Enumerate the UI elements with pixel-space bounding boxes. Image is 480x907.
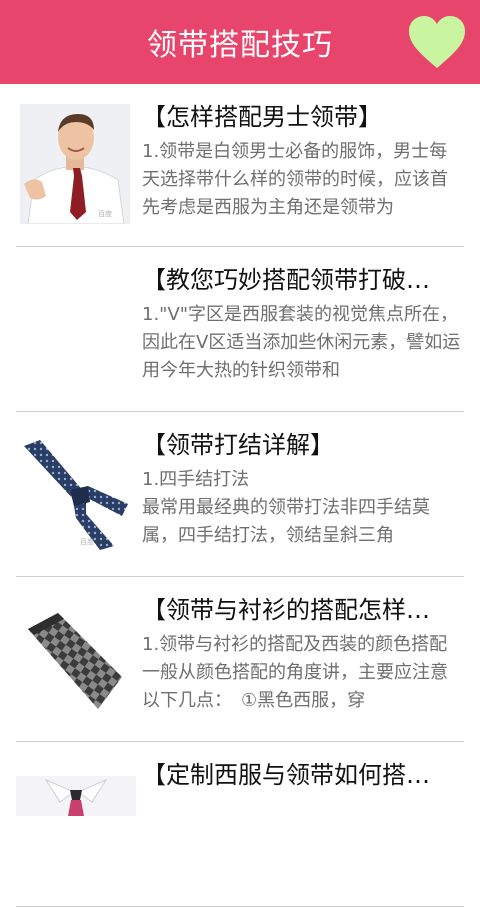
list-item[interactable]: 【教您巧妙搭配领带打破… 1."V"字区是西服套装的视觉焦点所在，因此在V区适当… [16, 247, 464, 412]
list-item[interactable]: 百度 【怎样搭配男士领带】 1.领带是白领男士必备的服饰，男士每天选择带什么样的… [16, 84, 464, 247]
article-thumbnail: 百度 [14, 434, 134, 552]
article-text: 【教您巧妙搭配领带打破… 1."V"字区是西服套装的视觉焦点所在，因此在V区适当… [142, 247, 464, 385]
article-text: 【领带与衬衫的搭配怎样… 1.领带与衬衫的搭配及西装的颜色搭配一般从颜色搭配的角… [142, 577, 464, 715]
list-item[interactable]: 百度 【领带打结详解】 1.四手结打法 最常用最经典的领带打法非四手结莫属，四手… [14, 412, 464, 577]
app-header: 领带搭配技巧 [0, 0, 480, 84]
svg-text:百度: 百度 [98, 209, 112, 218]
article-thumbnail [16, 776, 136, 816]
page-title: 领带搭配技巧 [147, 28, 333, 63]
svg-text:百度: 百度 [80, 537, 94, 546]
article-summary: 1.领带是白领男士必备的服饰，男士每天选择带什么样的领带的时候，应该首先考虑是西… [142, 141, 448, 218]
article-summary: 1.四手结打法 最常用最经典的领带打法非四手结莫属，四手结打法，领结呈斜三角 [142, 469, 430, 546]
article-summary: 1.领带与衬衫的搭配及西装的颜色搭配一般从颜色搭配的角度讲，主要应注意以下几点：… [142, 634, 448, 711]
article-text: 【怎样搭配男士领带】 1.领带是白领男士必备的服饰，男士每天选择带什么样的领带的… [142, 84, 464, 222]
article-thumbnail: 百度 [20, 104, 130, 224]
article-summary [142, 796, 464, 880]
article-summary: 1."V"字区是西服套装的视觉焦点所在，因此在V区适当添加些休闲元素，譬如运用今… [142, 304, 461, 381]
heart-icon[interactable] [408, 16, 466, 70]
article-list: 百度 【怎样搭配男士领带】 1.领带是白领男士必备的服饰，男士每天选择带什么样的… [0, 84, 480, 907]
article-title: 【领带与衬衫的搭配怎样… [142, 596, 430, 624]
article-text: 【领带打结详解】 1.四手结打法 最常用最经典的领带打法非四手结莫属，四手结打法… [142, 412, 464, 550]
article-title: 【教您巧妙搭配领带打破… [142, 266, 430, 294]
article-title: 【定制西服与领带如何搭… [142, 761, 430, 789]
list-item[interactable]: 【定制西服与领带如何搭… [16, 742, 464, 907]
article-title: 【怎样搭配男士领带】 [142, 103, 382, 131]
article-thumbnail [24, 607, 130, 717]
article-title: 【领带打结详解】 [142, 431, 334, 459]
article-text: 【定制西服与领带如何搭… [142, 742, 464, 880]
list-item[interactable]: 【领带与衬衫的搭配怎样… 1.领带与衬衫的搭配及西装的颜色搭配一般从颜色搭配的角… [16, 577, 464, 742]
